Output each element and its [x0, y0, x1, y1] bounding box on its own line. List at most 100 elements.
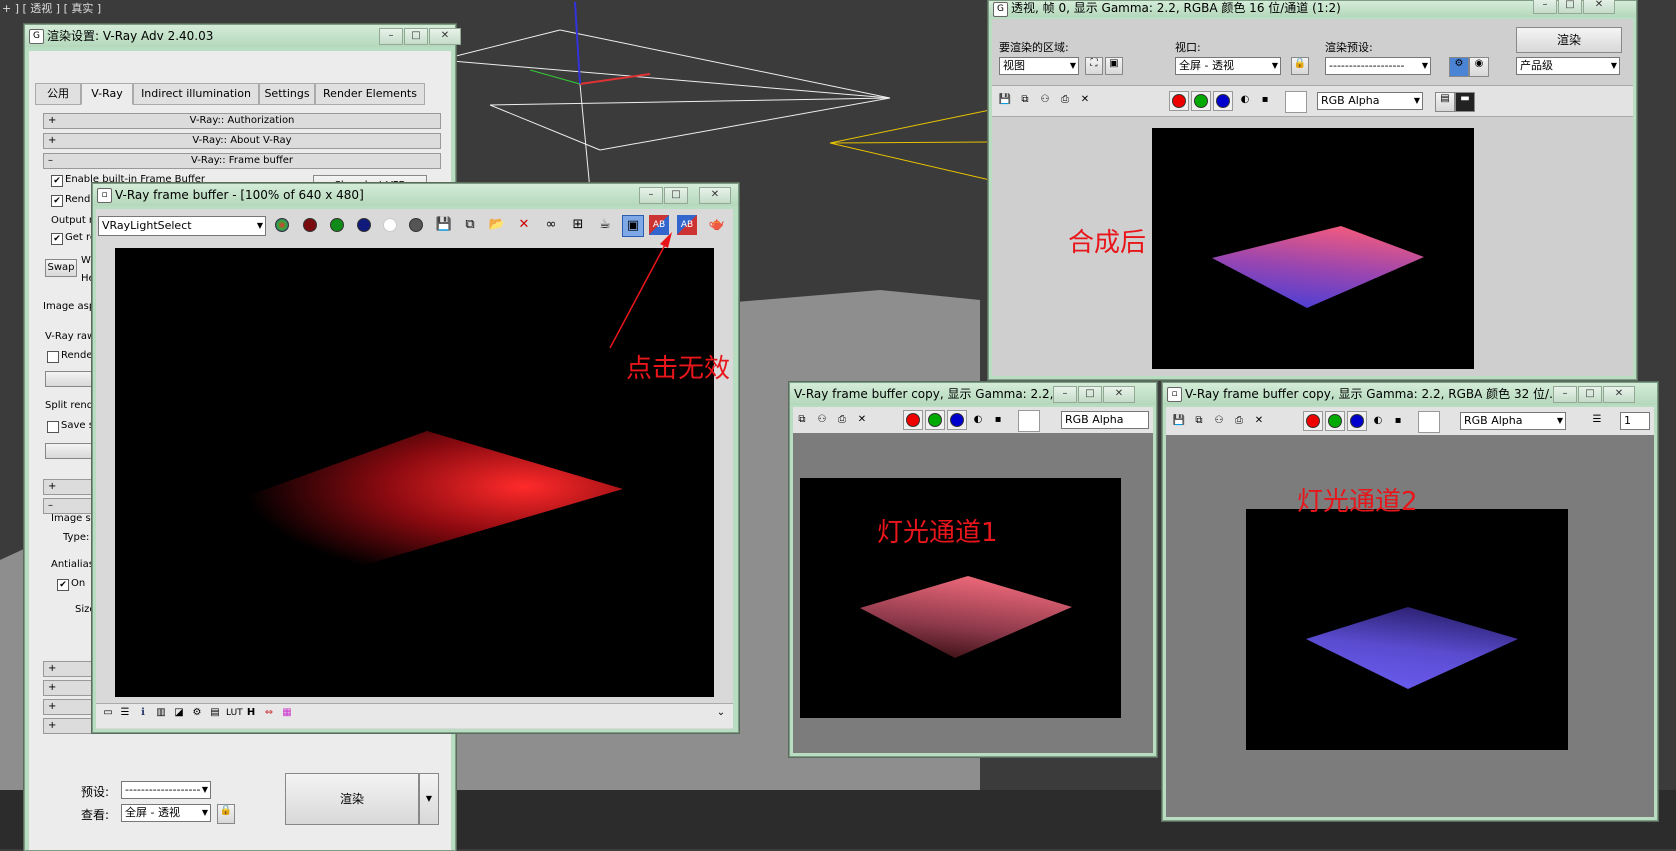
vfb-minimize-button[interactable]: –	[639, 187, 663, 204]
close-button[interactable]: ✕	[429, 28, 461, 45]
copy2-channel-dropdown[interactable]: RGB Alpha ▼	[1460, 412, 1566, 430]
tab-indirect-illumination[interactable]: Indirect illumination	[133, 83, 259, 105]
maximize-button[interactable]: □	[404, 28, 428, 45]
lock-viewport-button[interactable]: 🔒	[1291, 57, 1309, 75]
save-icon[interactable]: 💾	[434, 215, 454, 235]
srgb-icon[interactable]: ▤	[208, 706, 222, 720]
history-icon[interactable]: ☰	[118, 706, 132, 720]
levels-icon[interactable]: ▥	[154, 706, 168, 720]
copy2-swatch[interactable]	[1418, 411, 1440, 433]
auto-region-button[interactable]: ▣	[1105, 57, 1123, 75]
alpha-channel-icon[interactable]	[380, 215, 400, 235]
ab-vertical-icon[interactable]: AB	[677, 215, 697, 235]
quality-dropdown[interactable]: 产品级 ▼	[1516, 57, 1620, 75]
rf-minimize-button[interactable]: –	[1533, 0, 1557, 14]
color-wheel-icon[interactable]	[272, 215, 292, 235]
toggle-ui-overlay-icon[interactable]: ▤	[1435, 92, 1455, 112]
stamp-icon[interactable]: ▦	[280, 706, 294, 720]
load-icon[interactable]: 📂	[487, 215, 507, 235]
rollout-image-sampler[interactable]: –	[43, 498, 95, 514]
copy2-alpha-icon[interactable]: ▪	[1391, 414, 1405, 428]
copy1-maximize-button[interactable]: □	[1078, 386, 1102, 403]
copy2-render-image[interactable]	[1246, 509, 1568, 750]
mono-toggle-icon[interactable]: ◐	[1238, 93, 1252, 107]
copy1-clone-icon[interactable]: ⚇	[815, 413, 829, 427]
render-frame-render-button[interactable]: 渲染	[1516, 27, 1622, 53]
clone-icon[interactable]: ⚇	[1038, 93, 1052, 107]
copy2-save-icon[interactable]: 💾	[1172, 414, 1186, 428]
swap-button[interactable]: Swap	[45, 259, 77, 277]
render-memory-checkbox[interactable]: ✔	[51, 195, 63, 207]
info-icon[interactable]: ℹ	[136, 706, 150, 720]
tab-vray[interactable]: V-Ray	[81, 83, 133, 105]
tab-render-elements[interactable]: Render Elements	[315, 83, 425, 105]
mono-channel-icon[interactable]	[406, 215, 426, 235]
green-channel-icon[interactable]	[327, 215, 347, 235]
edit-region-button[interactable]: ⛶	[1085, 57, 1103, 75]
enable-vfb-checkbox[interactable]: ✔	[51, 175, 63, 187]
copy1-green-icon[interactable]	[925, 410, 945, 430]
copy-image-icon[interactable]: ⧉	[1018, 93, 1032, 107]
alpha-toggle-icon[interactable]: ▪	[1258, 93, 1272, 107]
get-res-checkbox[interactable]: ✔	[51, 233, 63, 245]
copy1-copy-icon[interactable]: ⧉	[795, 413, 809, 427]
blue-channel-icon[interactable]	[354, 215, 374, 235]
copy2-copy-icon[interactable]: ⧉	[1192, 414, 1206, 428]
rollout-collapsed-2[interactable]: +	[43, 661, 95, 677]
minimize-button[interactable]: –	[379, 28, 403, 45]
toggle-display-icon[interactable]: ▬	[1455, 92, 1475, 112]
copy2-green-icon[interactable]	[1325, 411, 1345, 431]
render-button[interactable]: 渲染	[285, 773, 419, 825]
preset-dropdown[interactable]: ------------------- ▼	[121, 781, 211, 799]
lut-icon[interactable]: LUT	[226, 706, 243, 720]
copy2-close-button[interactable]: ✕	[1603, 386, 1635, 403]
compare-icon[interactable]: ⇔	[262, 706, 276, 720]
composite-render-image[interactable]	[1152, 128, 1474, 369]
copy1-swatch[interactable]	[1018, 410, 1040, 432]
copy1-minimize-button[interactable]: –	[1053, 386, 1077, 403]
environment-icon[interactable]: ◉	[1469, 57, 1489, 77]
h-icon[interactable]: H	[244, 706, 258, 720]
copy1-print-icon[interactable]: ⎙	[835, 413, 849, 427]
copy2-clear-icon[interactable]: ✕	[1252, 414, 1266, 428]
copy1-red-icon[interactable]	[903, 410, 923, 430]
rf-close-button[interactable]: ✕	[1583, 0, 1615, 14]
save-image-icon[interactable]: 💾	[998, 93, 1012, 107]
settings-icon[interactable]: ⚙	[190, 706, 204, 720]
viewport-dropdown[interactable]: 全屏 - 透视 ▼	[1175, 57, 1281, 75]
clear-image-icon[interactable]: ✕	[1078, 93, 1092, 107]
render-preset-dropdown[interactable]: ------------------- ▼	[1325, 57, 1431, 75]
view-dropdown[interactable]: 全屏 - 透视 ▼	[121, 804, 211, 822]
lut-compare-icon[interactable]: ▣	[622, 215, 644, 237]
teapot-icon[interactable]: 🫖	[707, 215, 727, 235]
render-setup-icon[interactable]: ⚙	[1449, 57, 1469, 77]
viewport-label[interactable]: + ] [ 透视 ] [ 真实 ]	[2, 0, 101, 16]
copy2-minimize-button[interactable]: –	[1553, 386, 1577, 403]
vfb-channel-dropdown[interactable]: VRayLightSelect ▼	[98, 216, 266, 236]
color-swatch[interactable]	[1285, 91, 1307, 113]
rollout-collapsed-1[interactable]: +	[43, 479, 95, 495]
copy2-blue-icon[interactable]	[1347, 411, 1367, 431]
link-icon[interactable]: ∞	[541, 215, 561, 235]
region-render-icon[interactable]: ⊞	[568, 215, 588, 235]
copy2-clone-icon[interactable]: ⚇	[1212, 414, 1226, 428]
green-toggle-icon[interactable]	[1191, 91, 1211, 111]
render-dropdown-button[interactable]: ▼	[419, 773, 439, 825]
copy1-clear-icon[interactable]: ✕	[855, 413, 869, 427]
print-icon[interactable]: ⎙	[1058, 93, 1072, 107]
copy2-maximize-button[interactable]: □	[1578, 386, 1602, 403]
vfb-close-button[interactable]: ✕	[699, 187, 731, 204]
copy1-channel-dropdown[interactable]: RGB Alpha	[1061, 411, 1149, 429]
copy2-print-icon[interactable]: ⎙	[1232, 414, 1246, 428]
lock-view-button[interactable]: 🔒	[217, 804, 235, 824]
rollout-collapsed-4[interactable]: +	[43, 699, 95, 715]
vfb-maximize-button[interactable]: □	[664, 187, 688, 204]
rf-channel-dropdown[interactable]: RGB Alpha ▼	[1317, 92, 1423, 110]
rollout-frame-buffer[interactable]: – V-Ray:: Frame buffer	[43, 153, 441, 169]
copy1-blue-icon[interactable]	[947, 410, 967, 430]
display-icon[interactable]: ▭	[101, 706, 115, 720]
rollout-authorization[interactable]: + V-Ray:: Authorization	[43, 113, 441, 129]
red-channel-icon[interactable]	[300, 215, 320, 235]
copy2-mono-icon[interactable]: ◐	[1371, 414, 1385, 428]
copy1-mono-icon[interactable]: ◐	[971, 413, 985, 427]
